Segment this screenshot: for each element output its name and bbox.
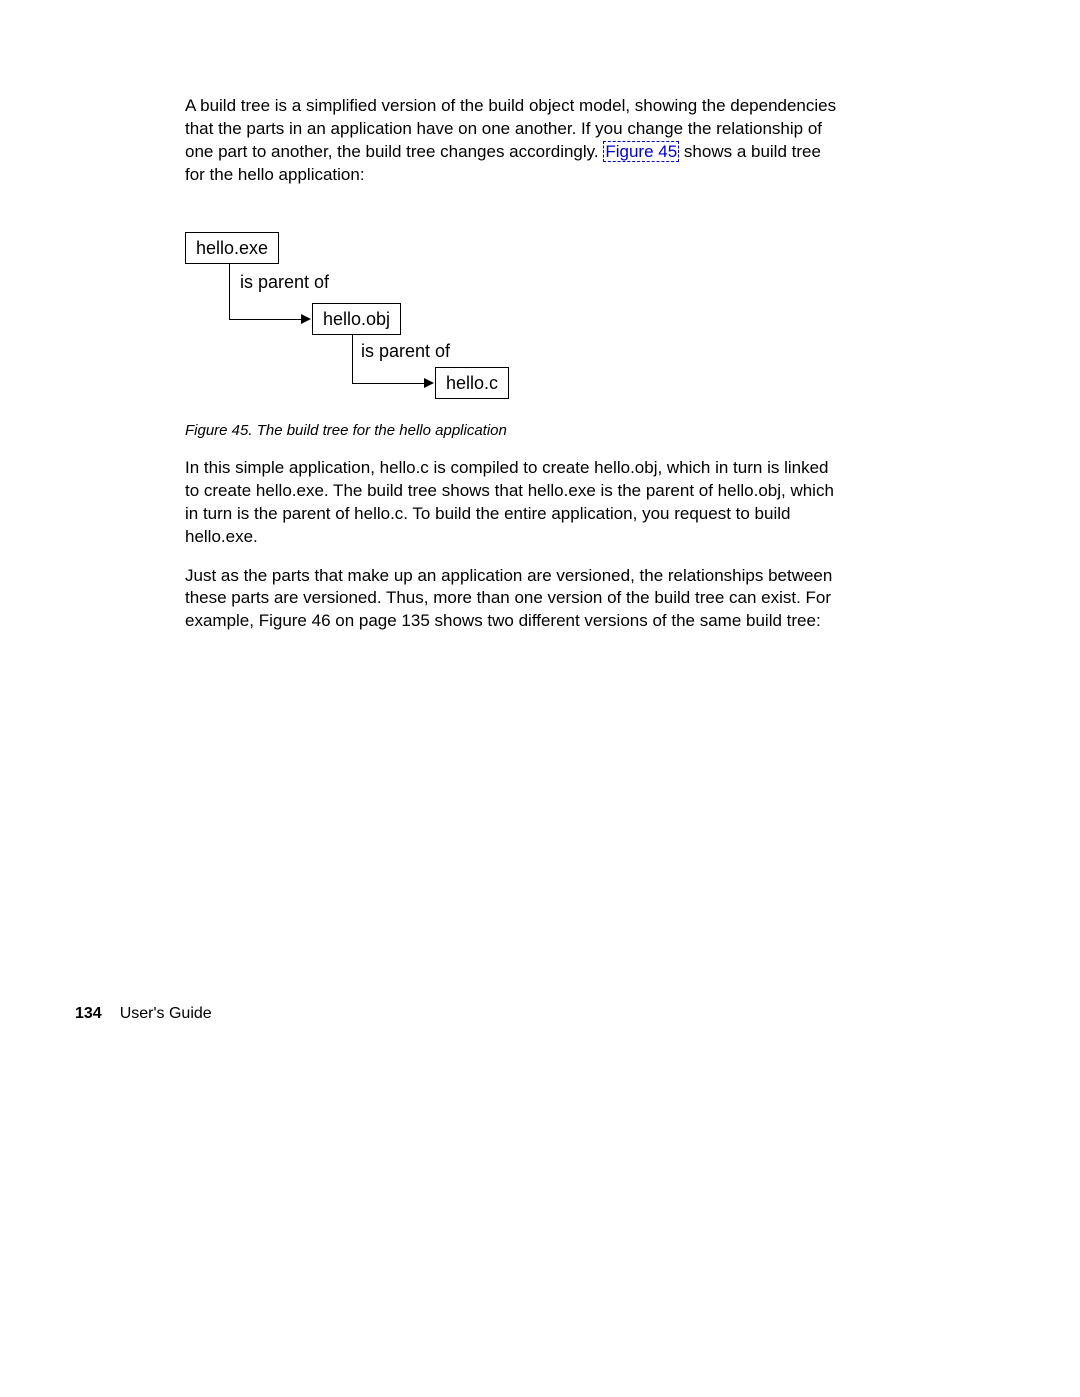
arrow-icon xyxy=(424,378,434,388)
build-tree-diagram: hello.exe is parent of hello.obj is pare… xyxy=(185,232,845,407)
figure-45-link[interactable]: Figure 45 xyxy=(603,141,679,162)
connector-line xyxy=(352,335,353,383)
box-hello-c: hello.c xyxy=(435,367,509,399)
box-hello-exe: hello.exe xyxy=(185,232,279,264)
paragraph-3: Just as the parts that make up an applic… xyxy=(185,565,845,634)
paragraph-2: In this simple application, hello.c is c… xyxy=(185,457,845,549)
figure-caption: Figure 45. The build tree for the hello … xyxy=(185,422,845,439)
label-is-parent-of-1: is parent of xyxy=(240,272,329,293)
intro-paragraph: A build tree is a simplified version of … xyxy=(185,95,845,187)
footer-title: User's Guide xyxy=(120,1005,212,1022)
connector-line xyxy=(352,383,424,384)
arrow-icon xyxy=(301,314,311,324)
connector-line xyxy=(229,264,230,319)
box-hello-obj: hello.obj xyxy=(312,303,401,335)
page-number: 134 xyxy=(75,1005,102,1022)
label-is-parent-of-2: is parent of xyxy=(361,341,450,362)
page-footer: 134 User's Guide xyxy=(75,1005,212,1023)
connector-line xyxy=(229,319,301,320)
page-content: A build tree is a simplified version of … xyxy=(185,95,845,649)
